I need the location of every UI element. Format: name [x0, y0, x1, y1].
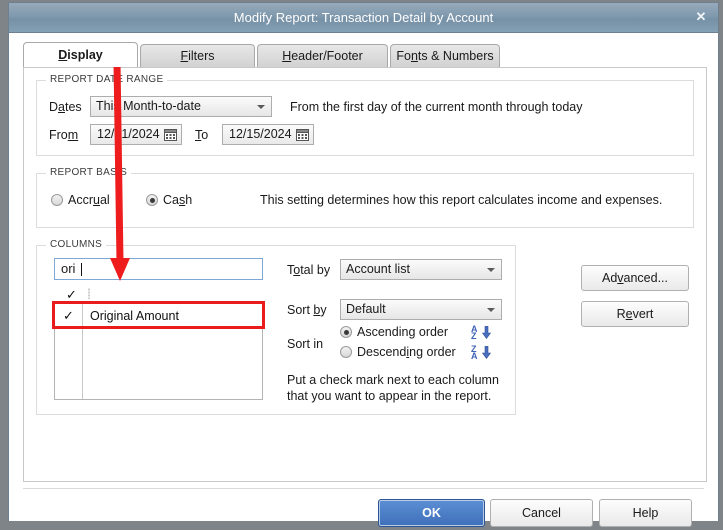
ok-button[interactable]: OK [378, 499, 485, 527]
radio-cash[interactable]: Cash [146, 193, 192, 207]
tab-filters[interactable]: Filters [140, 44, 255, 67]
columns-hint-line2: that you want to appear in the report. [287, 389, 492, 403]
from-date-input[interactable]: 12/01/2024 [90, 124, 182, 145]
tab-fonts-numbers-label-post: ts & Numbers [417, 49, 494, 63]
to-date-input[interactable]: 12/15/2024 [222, 124, 314, 145]
calendar-icon[interactable] [296, 128, 309, 141]
calendar-icon[interactable] [164, 128, 177, 141]
tab-fonts-numbers-label-pre: Fo [396, 49, 411, 63]
list-item-check-icon: ✓ [63, 308, 74, 323]
list-item[interactable]: ✓ Original Amount [55, 304, 262, 328]
dialog-title: Modify Report: Transaction Detail by Acc… [233, 10, 494, 25]
report-basis-group: REPORT BASIS Accrual Cash This setting d… [36, 167, 694, 228]
tab-strip: Display Filters Header/Footer Fonts & Nu… [23, 42, 707, 68]
tab-display[interactable]: Display [23, 42, 138, 67]
columns-label: COLUMNS [46, 239, 107, 250]
revert-button[interactable]: Revert [581, 301, 689, 327]
sort-ascending-arrow-icon [481, 326, 491, 339]
sort-by-dropdown[interactable]: Default [340, 299, 502, 320]
column-divider-handle-icon[interactable] [88, 288, 90, 299]
tab-filters-mnemonic: F [180, 49, 189, 63]
close-icon[interactable]: ✕ [688, 5, 714, 29]
chevron-down-icon [257, 105, 265, 109]
radio-ascending-indicator [340, 326, 352, 338]
title-bar: Modify Report: Transaction Detail by Acc… [9, 3, 718, 33]
dates-dropdown-value: This Month-to-date [96, 99, 201, 113]
sort-descending-za-icon: ZA [471, 344, 478, 361]
tab-filters-label: ilters [188, 49, 215, 63]
text-caret [81, 263, 82, 276]
dialog-body: Display Filters Header/Footer Fonts & Nu… [9, 33, 718, 527]
chevron-down-icon [487, 308, 495, 312]
dates-dropdown[interactable]: This Month-to-date [90, 96, 272, 117]
tab-header-footer[interactable]: Header/Footer [257, 44, 388, 67]
report-date-range-group: REPORT DATE RANGE Dates This Month-to-da… [36, 74, 694, 156]
tab-fonts-numbers-mnemonic: n [410, 49, 418, 63]
total-by-value: Account list [346, 262, 410, 276]
radio-ascending-order[interactable]: Ascending order [340, 325, 448, 339]
sort-ascending-az-icon: AZ [471, 324, 478, 341]
report-date-range-label: REPORT DATE RANGE [46, 74, 168, 85]
header-check-icon: ✓ [66, 287, 77, 302]
columns-hint: Put a check mark next to each column tha… [287, 372, 499, 404]
from-date-value: 12/01/2024 [97, 127, 160, 141]
tab-display-label: isplay [67, 48, 103, 62]
sort-by-label: Sort by [287, 303, 327, 317]
tab-header-footer-mnemonic: H [282, 49, 292, 63]
from-label: From [49, 128, 79, 142]
list-item-label: Original Amount [90, 309, 179, 323]
tab-display-mnemonic: D [58, 48, 68, 62]
date-range-description: From the first day of the current month … [290, 100, 583, 114]
dialog-footer: OK Cancel Help [9, 488, 718, 527]
modify-report-dialog: Modify Report: Transaction Detail by Acc… [8, 2, 719, 527]
display-tab-panel: REPORT DATE RANGE Dates This Month-to-da… [23, 67, 707, 482]
tab-header-footer-label: eader/Footer [291, 49, 363, 63]
footer-divider [23, 488, 704, 489]
to-label: To [195, 128, 209, 142]
advanced-button[interactable]: Advanced... [581, 265, 689, 291]
help-button[interactable]: Help [599, 499, 692, 527]
report-basis-label: REPORT BASIS [46, 167, 132, 178]
report-basis-description: This setting determines how this report … [260, 193, 663, 207]
radio-descending-order[interactable]: Descending order [340, 345, 456, 359]
cancel-button[interactable]: Cancel [490, 499, 593, 527]
sort-in-label: Sort in [287, 337, 324, 351]
radio-accrual[interactable]: Accrual [51, 193, 110, 207]
total-by-dropdown[interactable]: Account list [340, 259, 502, 280]
columns-search-value: ori [61, 261, 76, 276]
to-date-value: 12/15/2024 [229, 127, 292, 141]
columns-hint-line1: Put a check mark next to each column [287, 373, 499, 387]
columns-list-header: ✓ [66, 287, 266, 302]
tab-fonts-numbers[interactable]: Fonts & Numbers [390, 44, 500, 67]
chevron-down-icon [487, 268, 495, 272]
sort-by-value: Default [346, 302, 386, 316]
radio-descending-indicator [340, 346, 352, 358]
columns-search-input[interactable]: ori [54, 258, 263, 280]
radio-cash-indicator [146, 194, 158, 206]
columns-list[interactable]: ✓ Original Amount [54, 303, 263, 400]
dates-label: Dates [49, 100, 82, 114]
radio-accrual-indicator [51, 194, 63, 206]
columns-group: COLUMNS ori ✓ ✓ Original Amount Total by… [36, 239, 516, 415]
total-by-label: Total by [287, 263, 331, 277]
sort-descending-arrow-icon [481, 346, 491, 359]
